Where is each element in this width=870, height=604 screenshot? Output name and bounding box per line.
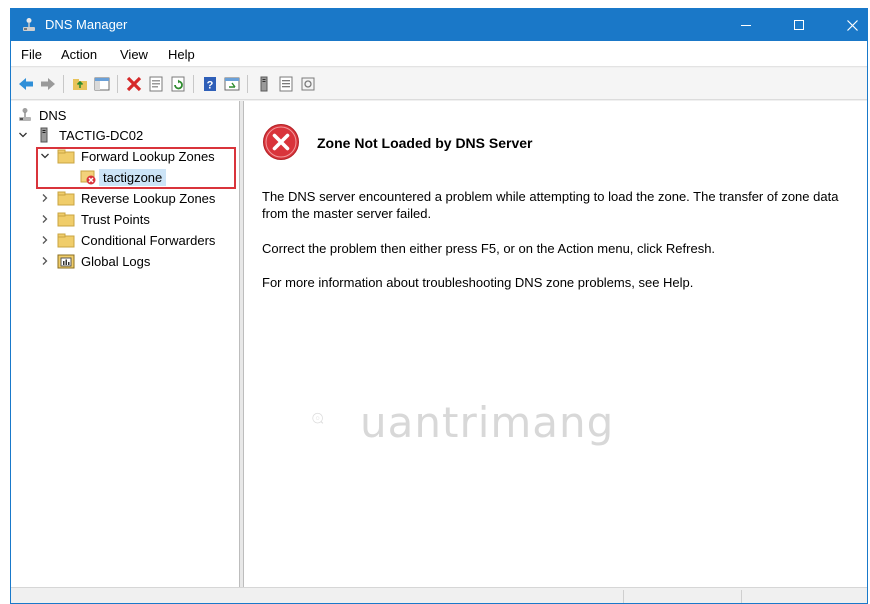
- maximize-icon: [794, 20, 804, 30]
- minimize-icon: [741, 25, 751, 26]
- error-help-text: For more information about troubleshooti…: [262, 275, 694, 290]
- chevron-right-icon[interactable]: [39, 213, 51, 225]
- svg-text:?: ?: [207, 80, 214, 92]
- toolbar-separator: [247, 75, 248, 93]
- error-title: Zone Not Loaded by DNS Server: [317, 135, 533, 151]
- status-segment: [623, 590, 624, 603]
- folder-icon: [57, 233, 75, 248]
- minimize-button[interactable]: [723, 9, 769, 41]
- dns-manager-window: DNS Manager File Action View Help ? DNS …: [10, 8, 868, 604]
- properties-icon[interactable]: [147, 75, 165, 93]
- refresh-icon[interactable]: [169, 75, 187, 93]
- back-arrow-icon[interactable]: [17, 75, 35, 93]
- event-log-icon: [57, 254, 75, 269]
- error-instructions: Correct the problem then either press F5…: [262, 241, 716, 256]
- tree-item-dns[interactable]: DNS: [17, 105, 66, 125]
- toolbar: ?: [11, 68, 867, 100]
- tree-item-conditional-forwarders[interactable]: Conditional Forwarders: [39, 230, 215, 250]
- dns-app-icon: [23, 18, 35, 31]
- tree-label-dns: DNS: [39, 107, 67, 123]
- show-hide-tree-icon[interactable]: [93, 75, 111, 93]
- chevron-down-icon[interactable]: [17, 129, 29, 141]
- up-folder-icon[interactable]: [71, 75, 89, 93]
- tree-item-reverse-lookup-zones[interactable]: Reverse Lookup Zones: [39, 188, 215, 208]
- tree-item-server[interactable]: TACTIG-DC02: [17, 125, 143, 145]
- annotation-highlight-box: [36, 147, 236, 189]
- toolbar-separator: [117, 75, 118, 93]
- status-segment: [741, 590, 742, 603]
- error-icon: [263, 124, 299, 160]
- menu-file[interactable]: File: [21, 47, 42, 62]
- dns-root-icon: [19, 108, 31, 121]
- chevron-right-icon[interactable]: [39, 234, 51, 246]
- chevron-right-icon[interactable]: [39, 192, 51, 204]
- toolbar-separator: [63, 75, 64, 93]
- window-title: DNS Manager: [45, 17, 128, 32]
- list-view-icon[interactable]: [277, 75, 295, 93]
- error-description: The DNS server encountered a problem whi…: [262, 189, 839, 221]
- tree-label-conditional-forwarders: Conditional Forwarders: [81, 232, 216, 248]
- server-icon: [40, 127, 48, 143]
- menu-view[interactable]: View: [120, 47, 148, 62]
- menu-action[interactable]: Action: [61, 47, 97, 62]
- export-list-icon[interactable]: [223, 75, 241, 93]
- server-icon[interactable]: [255, 75, 273, 93]
- tree-label-global-logs: Global Logs: [81, 253, 151, 269]
- folder-icon: [57, 191, 75, 206]
- console-tree: DNS TACTIG-DC02 Forward Lookup Zones tac…: [11, 101, 240, 587]
- chevron-right-icon[interactable]: [39, 255, 51, 267]
- tree-label-server: TACTIG-DC02: [59, 127, 144, 143]
- detail-view-icon[interactable]: [299, 75, 317, 93]
- result-pane: Zone Not Loaded by DNS Server The DNS se…: [243, 101, 867, 587]
- maximize-button[interactable]: [776, 9, 822, 41]
- title-bar[interactable]: DNS Manager: [11, 9, 867, 41]
- folder-icon: [57, 212, 75, 227]
- tree-item-global-logs[interactable]: Global Logs: [39, 251, 150, 271]
- tree-label-trust-points: Trust Points: [81, 211, 150, 227]
- status-bar: [11, 587, 867, 603]
- watermark-text: uantrimang: [360, 398, 615, 447]
- help-icon[interactable]: ?: [201, 75, 219, 93]
- forward-arrow-icon[interactable]: [39, 75, 57, 93]
- tree-item-trust-points[interactable]: Trust Points: [39, 209, 150, 229]
- close-button[interactable]: [829, 9, 867, 41]
- delete-icon[interactable]: [125, 75, 143, 93]
- tree-label-reverse-lookup-zones: Reverse Lookup Zones: [81, 190, 216, 206]
- toolbar-separator: [193, 75, 194, 93]
- close-icon: [846, 19, 858, 31]
- menu-bar: File Action View Help: [11, 41, 867, 67]
- menu-help[interactable]: Help: [168, 47, 195, 62]
